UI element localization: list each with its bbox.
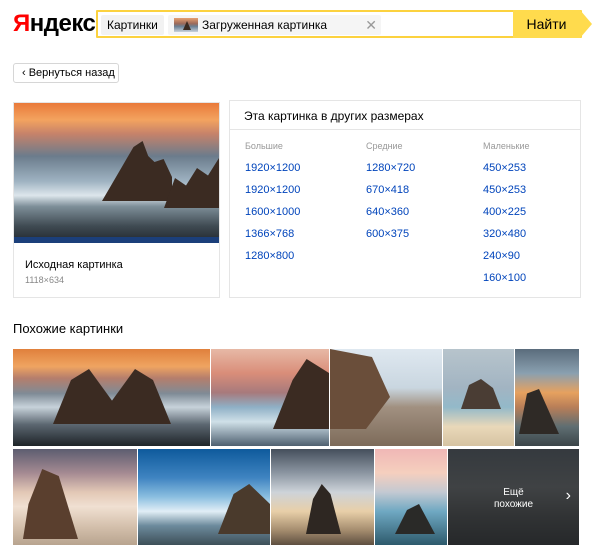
original-caption: Исходная картинка <box>25 259 123 271</box>
size-link[interactable]: 640×360 <box>366 201 415 223</box>
other-sizes-panel: Эта картинка в других размерах Большие 1… <box>229 100 581 298</box>
original-image-card[interactable]: Исходная картинка 1118×634 <box>13 102 220 298</box>
uploaded-label: Загруженная картинка <box>202 18 328 32</box>
find-button[interactable]: Найти <box>513 10 592 38</box>
similar-image[interactable] <box>515 349 579 446</box>
size-link[interactable]: 670×418 <box>366 179 415 201</box>
similar-image[interactable] <box>443 349 514 446</box>
column-header: Большие <box>245 141 283 151</box>
similar-image[interactable] <box>330 349 442 446</box>
size-link[interactable]: 450×253 <box>483 179 530 201</box>
rock-shape <box>306 484 341 534</box>
rock-shape <box>218 484 270 534</box>
size-link[interactable]: 1920×1200 <box>245 157 300 179</box>
rock-shape <box>164 158 219 208</box>
medium-sizes-column: Средние 1280×720 670×418 640×360 600×375 <box>366 141 415 245</box>
similar-image[interactable] <box>375 449 447 545</box>
original-image[interactable] <box>14 103 219 243</box>
rock-shape <box>111 369 171 424</box>
back-button[interactable]: ‹ Вернуться назад <box>13 63 119 83</box>
images-tab-tag[interactable]: Картинки <box>101 15 164 35</box>
size-link[interactable]: 240×90 <box>483 245 530 267</box>
size-link[interactable]: 1280×800 <box>245 245 300 267</box>
rock-shape <box>519 389 559 434</box>
rock-shape <box>53 369 113 424</box>
size-link[interactable]: 450×253 <box>483 157 530 179</box>
more-similar-button[interactable]: Ещё похожие › <box>448 449 579 545</box>
divider <box>230 129 580 130</box>
sizes-title: Эта картинка в других размерах <box>244 109 424 123</box>
rock-shape <box>102 141 172 201</box>
rock-shape <box>23 469 78 539</box>
rock-shape <box>461 379 501 409</box>
column-header: Средние <box>366 141 403 151</box>
chevron-right-icon: › <box>565 487 571 504</box>
size-link[interactable]: 1280×720 <box>366 157 415 179</box>
large-sizes-column: Большие 1920×1200 1920×1200 1600×1000 13… <box>245 141 300 267</box>
size-link[interactable]: 160×100 <box>483 267 530 289</box>
similar-image[interactable] <box>13 349 210 446</box>
similar-image[interactable] <box>13 449 137 545</box>
rock-shape <box>395 504 435 534</box>
similar-image[interactable] <box>138 449 270 545</box>
size-link[interactable]: 400×225 <box>483 201 530 223</box>
column-header: Маленькие <box>483 141 530 151</box>
uploaded-image-tag[interactable]: Загруженная картинка ✕ <box>168 15 381 35</box>
size-link[interactable]: 1920×1200 <box>245 179 300 201</box>
size-link[interactable]: 320×480 <box>483 223 530 245</box>
size-link[interactable]: 600×375 <box>366 223 415 245</box>
yandex-logo[interactable]: Яндекс <box>13 10 96 38</box>
search-bar[interactable]: Картинки Загруженная картинка ✕ Найти <box>96 10 592 38</box>
original-dimensions: 1118×634 <box>25 275 64 285</box>
similar-image[interactable] <box>211 349 329 446</box>
similar-image[interactable] <box>271 449 374 545</box>
uploaded-thumbnail <box>174 18 198 32</box>
size-link[interactable]: 1366×768 <box>245 223 300 245</box>
close-icon[interactable]: ✕ <box>365 15 377 35</box>
similar-images-title: Похожие картинки <box>13 321 124 336</box>
more-similar-label: Ещё похожие <box>493 487 534 510</box>
rock-shape <box>273 359 329 429</box>
taskbar-strip <box>14 237 219 243</box>
size-link[interactable]: 1600×1000 <box>245 201 300 223</box>
rock-shape <box>330 349 390 429</box>
small-sizes-column: Маленькие 450×253 450×253 400×225 320×48… <box>483 141 530 289</box>
